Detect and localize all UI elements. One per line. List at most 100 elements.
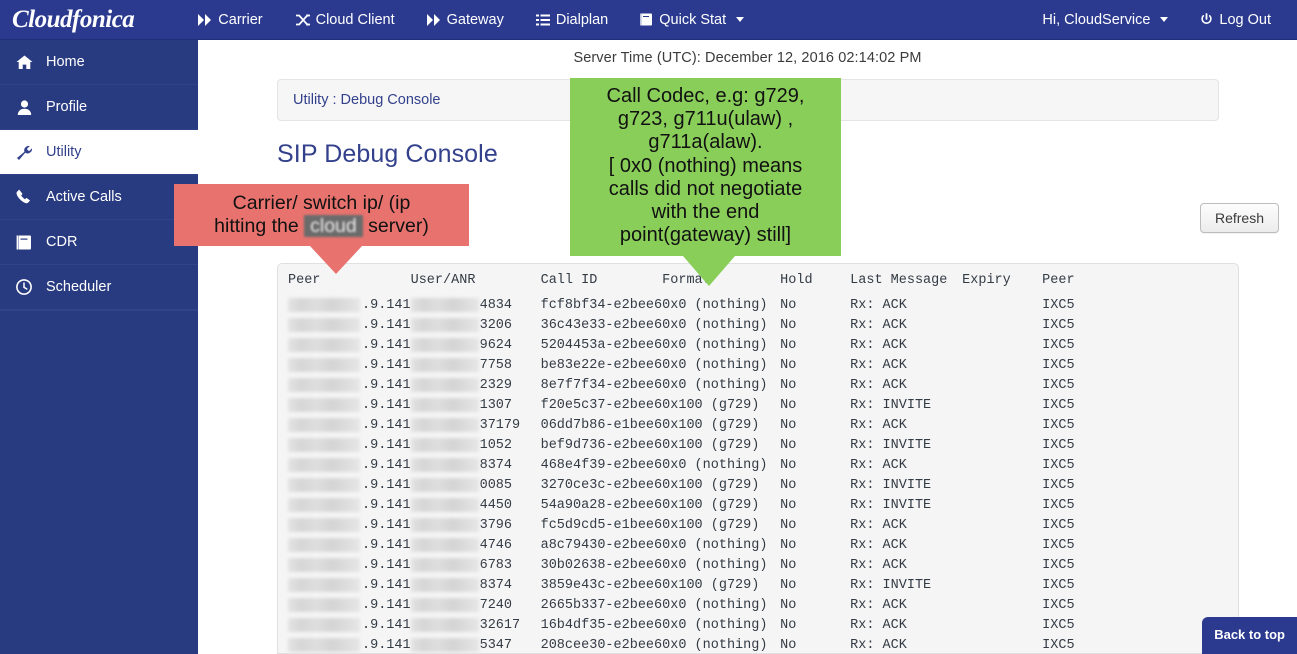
- table-row: .9.141 7758 be83e22e-e2bee6 0x0 (nothing) No…: [288, 355, 1132, 375]
- table-row: .9.141 6783 30b02638-e2bee6 0x0 (nothing) No…: [288, 555, 1132, 575]
- cell-user-anr: 5347: [410, 635, 541, 653]
- redacted-user-prefix: [410, 518, 479, 532]
- user-label: Hi, CloudService: [1042, 11, 1151, 28]
- user-anr-suffix: 6783: [479, 557, 513, 573]
- cell-user-anr: 4746: [410, 535, 541, 555]
- cell-user-anr: 3796: [410, 515, 541, 535]
- cell-format: 0x0 (nothing): [662, 297, 768, 313]
- cell-peer2: IXC5: [1042, 457, 1075, 473]
- cell-format: 0x0 (nothing): [662, 357, 768, 373]
- peer-ip-suffix: .9.141: [362, 377, 411, 393]
- cell-peer2: IXC5: [1042, 337, 1075, 353]
- cell-call-id: a8c79430-e2bee6: [540, 537, 663, 553]
- table-row: .9.141 9624 5204453a-e2bee6 0x0 (nothing) No…: [288, 335, 1132, 355]
- cell-peer2: IXC5: [1042, 497, 1075, 513]
- cell-expiry: [962, 595, 1042, 615]
- user-anr-suffix: 8374: [479, 457, 513, 473]
- sidebar-item-cdr[interactable]: CDR: [0, 220, 198, 265]
- cell-user-anr: 8374: [410, 575, 541, 595]
- user-anr-suffix: 0085: [479, 477, 513, 493]
- logout-button[interactable]: Log Out: [1184, 0, 1287, 40]
- cell-peer: .9.141: [288, 595, 411, 615]
- redacted-ip-prefix: [288, 538, 360, 552]
- redacted-ip-prefix: [288, 418, 360, 432]
- cell-expiry: [962, 495, 1042, 515]
- cell-last-message: Rx: ACK: [850, 597, 907, 613]
- nav-item-quick-stat[interactable]: Quick Stat: [624, 0, 760, 40]
- cell-call-id: bef9d736-e2bee6: [540, 437, 663, 453]
- sidebar-divider: [0, 310, 198, 311]
- redacted-user-prefix: [410, 418, 479, 432]
- cell-hold: No: [780, 517, 797, 533]
- cell-peer2: IXC5: [1042, 597, 1075, 613]
- peer-ip-suffix: .9.141: [362, 437, 411, 453]
- nav-item-gateway[interactable]: Gateway: [411, 0, 520, 40]
- cell-peer: .9.141: [288, 515, 411, 535]
- cell-call-id: 3859e43c-e2bee6: [540, 577, 663, 593]
- user-anr-suffix: 4834: [479, 297, 513, 313]
- cell-last-message: Rx: ACK: [850, 377, 907, 393]
- table-row: .9.141 8374 468e4f39-e2bee6 0x0 (nothing) No…: [288, 455, 1132, 475]
- cell-user-anr: 0085: [410, 475, 541, 495]
- nav-item-cloud-client[interactable]: Cloud Client: [279, 0, 411, 40]
- power-icon: [1200, 13, 1213, 26]
- chevron-down-icon: [1160, 17, 1169, 22]
- cell-expiry: [962, 535, 1042, 555]
- user-anr-suffix: 4746: [479, 537, 513, 553]
- fast-forward-icon: [426, 13, 441, 26]
- cell-hold: No: [780, 297, 797, 313]
- cell-expiry: [962, 555, 1042, 575]
- cell-call-id: 5204453a-e2bee6: [540, 337, 663, 353]
- cell-user-anr: 37179: [410, 415, 541, 435]
- wrench-icon: [14, 145, 34, 160]
- user-anr-suffix: 37179: [479, 417, 521, 433]
- user-nav: Hi, CloudService Log Out: [1026, 0, 1297, 40]
- table-row: .9.141 1052 bef9d736-e2bee6 0x100 (g729) No R…: [288, 435, 1132, 455]
- sidebar-item-label: Active Calls: [46, 189, 122, 205]
- peer-ip-suffix: .9.141: [362, 297, 411, 313]
- annotation-codec-pointer: [683, 256, 735, 287]
- cell-call-id: f20e5c37-e2bee6: [540, 397, 663, 413]
- redacted-user-prefix: [410, 598, 479, 612]
- cell-peer: .9.141: [288, 495, 411, 515]
- sidebar-item-active-calls[interactable]: Active Calls: [0, 175, 198, 220]
- sidebar-item-profile[interactable]: Profile: [0, 85, 198, 130]
- cell-call-id: 06dd7b86-e1bee6: [540, 417, 663, 433]
- brand-logo[interactable]: Cloudfonica: [0, 6, 135, 34]
- redacted-user-prefix: [410, 538, 479, 552]
- cell-format: 0x100 (g729): [662, 397, 760, 413]
- list-icon: [535, 14, 550, 26]
- cell-user-anr: 4450: [410, 495, 541, 515]
- sidebar-item-home[interactable]: Home: [0, 40, 198, 85]
- redacted-ip-prefix: [288, 518, 360, 532]
- table-row: .9.141 2329 8e7f7f34-e2bee6 0x0 (nothing) No…: [288, 375, 1132, 395]
- nav-item-carrier[interactable]: Carrier: [182, 0, 278, 40]
- debug-console-panel: Peer User/ANR Call ID Format Hold Last M…: [277, 263, 1239, 654]
- peer-ip-suffix: .9.141: [362, 537, 411, 553]
- sidebar: Home Profile Utility Active Calls CDR Sc…: [0, 40, 198, 654]
- cell-format: 0x0 (nothing): [662, 617, 768, 633]
- cell-call-id: 468e4f39-e2bee6: [540, 457, 663, 473]
- cell-last-message: Rx: INVITE: [850, 397, 932, 413]
- nav-item-dialplan[interactable]: Dialplan: [520, 0, 624, 40]
- nav-label: Quick Stat: [659, 11, 727, 28]
- refresh-button[interactable]: Refresh: [1199, 203, 1279, 233]
- redacted-user-prefix: [410, 498, 479, 512]
- cell-hold: No: [780, 317, 797, 333]
- annotation-carrier-pointer: [310, 246, 362, 275]
- cell-user-anr: 7240: [410, 595, 541, 615]
- cell-hold: No: [780, 357, 797, 373]
- back-to-top-button[interactable]: Back to top: [1202, 617, 1297, 654]
- user-icon: [14, 99, 34, 115]
- sidebar-item-scheduler[interactable]: Scheduler: [0, 265, 198, 310]
- cell-call-id: fc5d9cd5-e1bee6: [540, 517, 663, 533]
- sidebar-item-utility[interactable]: Utility: [0, 130, 198, 175]
- cell-peer2: IXC5: [1042, 617, 1075, 633]
- cell-peer2: IXC5: [1042, 577, 1075, 593]
- user-menu[interactable]: Hi, CloudService: [1026, 0, 1184, 40]
- sidebar-item-label: CDR: [46, 234, 78, 250]
- cell-peer: .9.141: [288, 615, 411, 635]
- cell-last-message: Rx: INVITE: [850, 497, 932, 513]
- cell-hold: No: [780, 497, 797, 513]
- table-row: .9.141 7240 2665b337-e2bee6 0x0 (nothing) No…: [288, 595, 1132, 615]
